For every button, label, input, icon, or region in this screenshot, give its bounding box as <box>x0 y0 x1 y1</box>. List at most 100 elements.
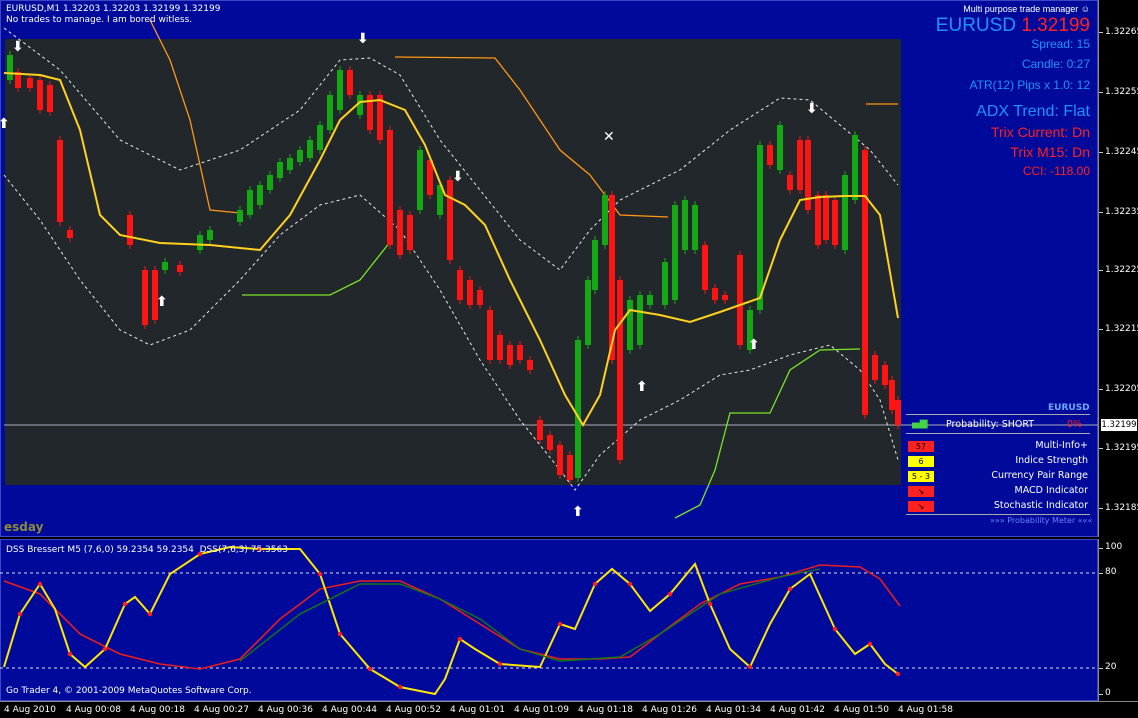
candle-body <box>823 195 829 240</box>
dss-dot <box>317 571 323 577</box>
candle-body <box>177 265 183 272</box>
time-label: 4 Aug 00:44 <box>322 705 377 715</box>
dss-axis-label: 0 <box>1105 688 1111 698</box>
indicator-row-multi-info: 57 Multi-Info+ <box>906 440 1090 453</box>
price-tick <box>1099 329 1103 330</box>
trix-m15-text: Trix M15: Dn <box>1010 144 1090 160</box>
candle-body <box>497 335 503 360</box>
price-tick <box>1099 152 1103 153</box>
candle-body <box>477 290 483 305</box>
price-axis[interactable]: 1.32265 1.32255 1.32245 1.32235 1.32225 … <box>1098 0 1138 537</box>
price-label: 1.32185 <box>1105 503 1138 513</box>
probability-bars-icon: ▄▆ <box>912 418 928 429</box>
spread-text: Spread: 15 <box>1031 37 1090 51</box>
candle-body <box>237 210 243 222</box>
dss-dot <box>497 661 503 667</box>
candle-body <box>722 295 728 300</box>
dss-indicator-svg <box>0 545 1098 696</box>
weekday-label: esday <box>4 520 44 534</box>
close-signal-icon: ✕ <box>603 129 615 145</box>
candle-body <box>307 140 313 158</box>
bid-price-text: 1.32199 <box>1021 15 1090 36</box>
price-label: 1.32235 <box>1105 207 1138 217</box>
candle-body <box>832 200 838 245</box>
indicator-badge: ↘ <box>908 501 934 512</box>
dss-title-text: DSS Bressert M5 (7,6,0) 59.2354 59.2354 <box>6 545 194 555</box>
candle-body <box>257 185 263 205</box>
probability-meter-footer: »»» Probability Meter ««« <box>990 516 1093 525</box>
indicator-badge: 5 - 3 <box>908 471 934 482</box>
candle-body <box>142 270 148 325</box>
current-price-marker: 1.32199 <box>1101 419 1137 431</box>
sell-arrow-icon: ⬇ <box>806 101 818 117</box>
time-label: 4 Aug 00:08 <box>66 705 121 715</box>
candle-body <box>557 445 563 475</box>
candle-body <box>757 145 763 310</box>
buy-arrow-icon: ⬆ <box>572 504 584 520</box>
price-tick <box>1099 508 1103 509</box>
copyright-text: Go Trader 4, © 2001-2009 MetaQuotes Soft… <box>6 686 252 696</box>
candle-body <box>662 262 668 305</box>
probability-symbol: EURUSD <box>1048 403 1090 413</box>
candle-body <box>592 240 598 290</box>
time-label: 4 Aug 01:34 <box>706 705 761 715</box>
candle-body <box>467 280 473 305</box>
candle-body <box>737 255 743 345</box>
dss-dot <box>37 581 43 587</box>
time-label: 4 Aug 00:36 <box>258 705 313 715</box>
sell-arrow-icon: ⬇ <box>12 39 24 55</box>
indicator-label: MACD Indicator <box>1014 485 1088 496</box>
dss-axis[interactable]: 100 80 20 0 <box>1098 539 1138 701</box>
candle-body <box>882 365 888 385</box>
dss-axis-label: 20 <box>1105 662 1117 672</box>
candle-body <box>767 145 773 165</box>
indicator-label: Multi-Info+ <box>1035 440 1088 451</box>
candle-body <box>47 85 53 112</box>
candle-body <box>447 180 453 260</box>
price-tick <box>1099 389 1103 390</box>
candle-body <box>397 210 403 255</box>
price-label: 1.32255 <box>1105 87 1138 97</box>
resistance-line-1 <box>149 19 241 214</box>
dss-dot <box>557 621 563 627</box>
time-label: 4 Aug 01:26 <box>642 705 697 715</box>
buy-arrow-icon: ⬆ <box>748 337 760 353</box>
candle-body <box>297 150 303 162</box>
dss-dot <box>667 591 673 597</box>
price-label: 1.32215 <box>1105 324 1138 334</box>
indicator-badge: ↘ <box>908 486 934 497</box>
candle-body <box>585 280 591 345</box>
resistance-line-2 <box>394 56 669 218</box>
indicator-badge: 57 <box>908 441 934 452</box>
dss-dot <box>747 664 753 670</box>
candle-body <box>317 125 323 150</box>
dss-dot <box>122 601 128 607</box>
candle-timer-text: Candle: 0:27 <box>1021 57 1090 71</box>
candle-body <box>672 205 678 300</box>
buy-arrow-icon: ⬆ <box>636 379 648 395</box>
time-axis[interactable]: 4 Aug 2010 4 Aug 00:08 4 Aug 00:18 4 Aug… <box>0 701 1138 718</box>
candle-body <box>457 270 463 300</box>
time-label: 4 Aug 01:18 <box>578 705 633 715</box>
probability-percent: 0% <box>1067 419 1083 430</box>
candle-body <box>537 420 543 440</box>
time-label: 4 Aug 00:52 <box>386 705 441 715</box>
trade-manager-symbol-price: EURUSD 1.32199 <box>936 15 1090 37</box>
dss-dot <box>102 646 108 652</box>
time-label: 4 Aug 01:01 <box>450 705 505 715</box>
candle-body <box>712 288 718 300</box>
candle-body <box>327 95 333 130</box>
candle-body <box>627 300 633 350</box>
indicator-row-currency-pair-range: 5 - 3 Currency Pair Range <box>906 470 1090 483</box>
candle-body <box>547 435 553 450</box>
time-label: 4 Aug 00:27 <box>194 705 249 715</box>
candle-body <box>507 345 513 365</box>
candle-body <box>692 205 698 250</box>
candle-body <box>602 195 608 245</box>
dss-axis-label: 80 <box>1105 567 1117 577</box>
cci-text: CCI: -118.00 <box>1022 164 1090 178</box>
candle-body <box>517 345 523 360</box>
candle-body <box>702 245 708 290</box>
dss-dot <box>627 581 633 587</box>
candle-body <box>197 235 203 250</box>
